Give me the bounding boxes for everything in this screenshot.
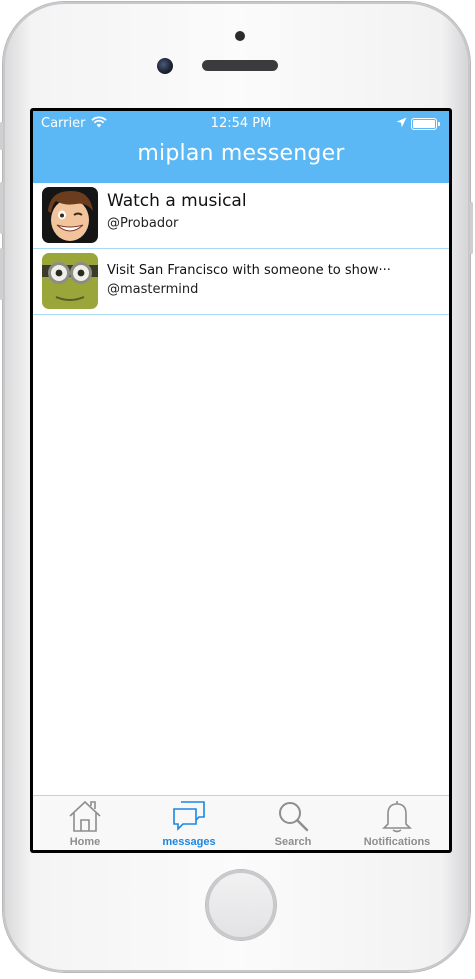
home-icon [69,800,101,832]
status-bar: Carrier 12:54 PM [33,111,449,135]
cartoon-man-avatar [42,187,98,243]
message-list: Watch a musical @Probador Visit San Fran… [33,183,449,315]
minion-avatar [42,253,98,309]
tab-home-label: Home [69,836,101,848]
tab-messages-label: messages [162,836,216,848]
message-title: Visit San Francisco with someone to show… [107,263,391,278]
message-author: @Probador [107,216,179,231]
message-author: @mastermind [107,282,199,297]
tab-search-label: Search [274,836,312,848]
phone-frame: Carrier 12:54 PM miplan messenger Watch … [0,2,473,972]
volume-down-button [0,248,3,300]
location-arrow-icon [396,117,407,128]
bell-icon [382,801,412,833]
status-time: 12:54 PM [210,116,272,131]
nav-header: Carrier 12:54 PM miplan messenger [33,111,449,183]
tab-home[interactable]: Home [33,796,137,850]
tab-notifications[interactable]: Notifications [345,796,449,850]
list-item[interactable]: Watch a musical @Probador [33,183,449,249]
tab-notifications-label: Notifications [363,836,431,848]
tab-messages[interactable]: messages [137,796,241,850]
volume-up-button [0,182,3,234]
mute-switch [0,122,3,150]
proximity-sensor [235,31,245,41]
tab-search[interactable]: Search [241,796,345,850]
home-button[interactable] [206,870,276,940]
power-button [470,202,473,254]
message-title: Watch a musical [107,191,247,211]
chat-bubbles-icon [173,801,205,831]
page-title: miplan messenger [137,141,345,166]
earpiece-speaker [202,60,278,71]
tab-bar: Home messages Search Notifications [33,795,449,850]
list-item[interactable]: Visit San Francisco with someone to show… [33,249,449,315]
screen: Carrier 12:54 PM miplan messenger Watch … [30,108,452,853]
magnifier-icon [279,802,309,832]
front-camera [157,58,173,74]
battery-icon [411,118,440,130]
app-screen: Carrier 12:54 PM miplan messenger Watch … [33,111,449,850]
